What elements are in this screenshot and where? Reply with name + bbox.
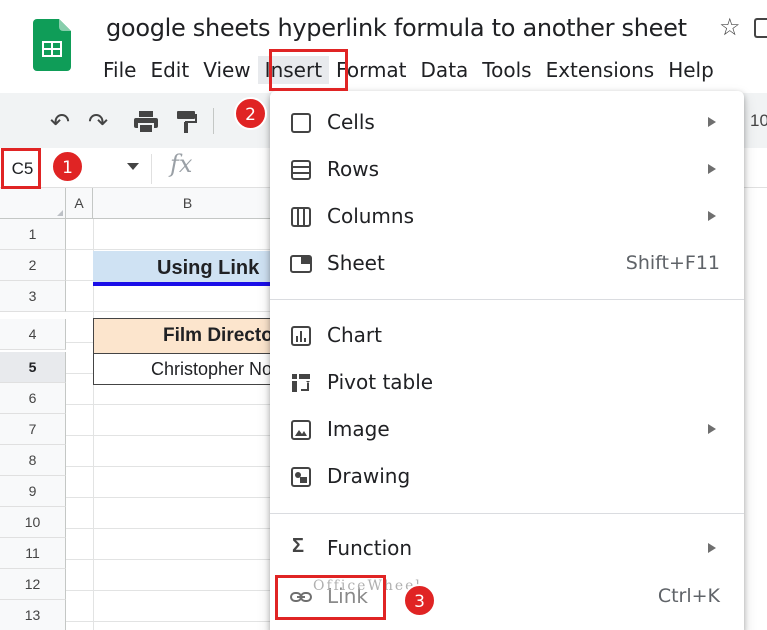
insert-chart-label: Chart (327, 323, 382, 347)
row-header-9[interactable]: 9 (0, 476, 66, 507)
row-header-1[interactable]: 1 (0, 219, 66, 250)
cell-b5-value[interactable]: Christopher Nolan (93, 353, 283, 385)
submenu-arrow-icon (708, 211, 716, 221)
row-header-10[interactable]: 10 (0, 507, 66, 538)
columns-icon (291, 207, 311, 227)
step-badge-2: 2 (234, 97, 267, 130)
menu-extensions[interactable]: Extensions (539, 56, 662, 84)
insert-menu-dropdown: Cells Rows Columns Sheet Shift+F11 Chart… (270, 91, 744, 630)
chart-icon (291, 326, 311, 346)
column-header-b[interactable]: B (93, 188, 283, 219)
menu-tools[interactable]: Tools (475, 56, 538, 84)
column-header-a[interactable]: A (66, 188, 93, 219)
insert-link-shortcut: Ctrl+K (657, 585, 720, 607)
menu-format[interactable]: Format (329, 56, 413, 84)
row-header-8[interactable]: 8 (0, 445, 66, 476)
insert-cells-item[interactable]: Cells (270, 102, 744, 146)
insert-pivot-table-item[interactable]: Pivot table (270, 362, 744, 406)
row-header-4[interactable]: 4 (0, 319, 66, 350)
redo-icon[interactable]: ↷ (88, 108, 108, 136)
insert-rows-item[interactable]: Rows (270, 149, 744, 193)
menu-insert[interactable]: Insert (257, 56, 330, 84)
insert-pivot-table-label: Pivot table (327, 370, 434, 394)
menubar: File Edit View Insert Format Data Tools … (96, 56, 721, 84)
row-header-11[interactable]: 11 (0, 538, 66, 569)
insert-columns-item[interactable]: Columns (270, 196, 744, 240)
fx-icon: fx (170, 150, 193, 178)
row-header-12[interactable]: 12 (0, 569, 66, 600)
rows-icon (291, 160, 311, 180)
insert-sheet-item[interactable]: Sheet Shift+F11 (270, 243, 744, 287)
undo-icon[interactable]: ↶ (50, 108, 70, 136)
document-title[interactable]: google sheets hyperlink formula to anoth… (106, 14, 687, 42)
step-badge-1: 1 (51, 150, 84, 183)
menu-data[interactable]: Data (414, 56, 476, 84)
insert-sheet-label: Sheet (327, 251, 385, 275)
submenu-arrow-icon (708, 424, 716, 434)
select-all-corner[interactable] (0, 188, 66, 219)
menu-separator (270, 299, 744, 300)
submenu-arrow-icon (708, 543, 716, 553)
insert-function-item[interactable]: Σ Function (270, 528, 744, 572)
pivot-table-icon (292, 374, 310, 392)
row-header-6[interactable]: 6 (0, 383, 66, 414)
step-badge-3: 3 (403, 584, 436, 617)
image-icon (291, 420, 311, 440)
menu-edit[interactable]: Edit (143, 56, 196, 84)
link-icon (290, 592, 312, 602)
insert-columns-label: Columns (327, 204, 415, 228)
google-sheets-logo[interactable] (33, 19, 71, 71)
insert-function-label: Function (327, 536, 413, 560)
toolbar-separator (213, 108, 214, 134)
zoom-value[interactable]: 10 (750, 111, 767, 131)
insert-chart-item[interactable]: Chart (270, 315, 744, 359)
insert-cells-label: Cells (327, 110, 375, 134)
print-icon[interactable] (133, 110, 159, 134)
menu-help[interactable]: Help (661, 56, 721, 84)
menu-file[interactable]: File (96, 56, 143, 84)
row-header-3[interactable]: 3 (0, 281, 66, 312)
drawing-icon (291, 467, 311, 487)
row-header-2[interactable]: 2 (0, 250, 66, 281)
move-folder-icon[interactable] (754, 18, 767, 38)
submenu-arrow-icon (708, 164, 716, 174)
sheet-icon (290, 255, 312, 273)
row-header-5[interactable]: 5 (0, 352, 66, 383)
formula-separator (151, 154, 152, 184)
cell-b4-header[interactable]: Film Director (93, 318, 283, 354)
insert-image-label: Image (327, 417, 390, 441)
insert-sheet-shortcut: Shift+F11 (625, 252, 720, 274)
menu-view[interactable]: View (196, 56, 257, 84)
star-icon[interactable]: ☆ (719, 13, 741, 41)
name-box[interactable]: C5 (4, 152, 41, 187)
menu-separator (270, 513, 744, 514)
insert-drawing-label: Drawing (327, 464, 411, 488)
cell-b2-title[interactable]: Using Link (93, 251, 283, 286)
cells-icon (291, 113, 311, 133)
name-box-dropdown-icon[interactable] (127, 163, 139, 170)
row-header-13[interactable]: 13 (0, 600, 66, 630)
submenu-arrow-icon (708, 117, 716, 127)
insert-image-item[interactable]: Image (270, 409, 744, 453)
insert-rows-label: Rows (327, 157, 380, 181)
function-icon: Σ (292, 535, 305, 557)
row-header-7[interactable]: 7 (0, 414, 66, 445)
insert-drawing-item[interactable]: Drawing (270, 456, 744, 500)
paint-format-icon[interactable] (176, 110, 198, 134)
